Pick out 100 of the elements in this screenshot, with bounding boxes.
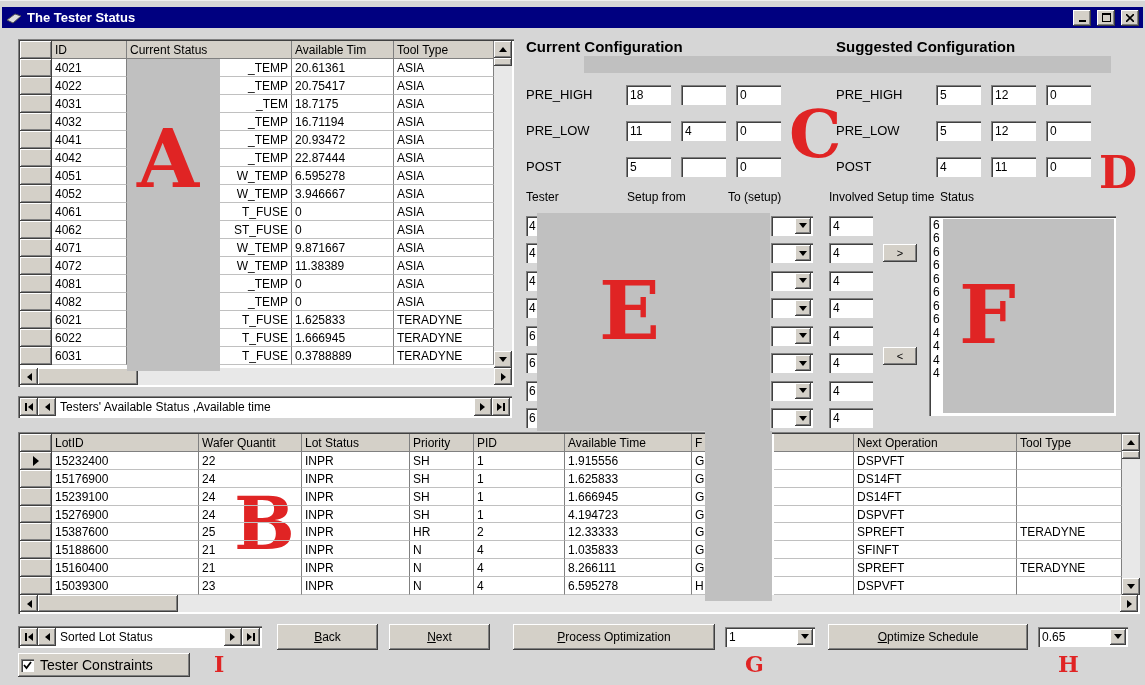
column-header[interactable]: Lot Status <box>302 434 410 452</box>
row-selector[interactable] <box>20 77 52 95</box>
column-header[interactable]: Tool Type <box>394 41 494 59</box>
dropdown-arrow-button[interactable] <box>795 300 811 316</box>
number-field[interactable] <box>681 156 726 177</box>
setup-time-field[interactable]: 4 <box>829 243 873 263</box>
number-field[interactable]: 0 <box>736 84 781 105</box>
maximize-button[interactable] <box>1097 9 1115 26</box>
column-header[interactable]: Current Status <box>127 41 292 59</box>
scrollbar-thumb[interactable] <box>1122 451 1140 459</box>
list-item[interactable]: 6 <box>933 218 941 232</box>
row-selector[interactable] <box>20 185 52 203</box>
column-header[interactable]: Wafer Quantit <box>199 434 302 452</box>
column-header[interactable]: LotID <box>52 434 199 452</box>
setup-time-field[interactable]: 4 <box>829 408 873 428</box>
move-button[interactable]: < <box>883 346 917 365</box>
dropdown-arrow-button[interactable] <box>795 327 811 344</box>
row-selector[interactable] <box>20 95 52 113</box>
row-selector[interactable] <box>20 347 52 365</box>
setup-to-dropdown[interactable] <box>771 243 813 263</box>
list-item[interactable]: 6 <box>933 313 941 327</box>
dropdown-arrow-button[interactable] <box>795 410 811 426</box>
scrollbar-thumb[interactable] <box>494 58 512 66</box>
column-header[interactable]: Available Tim <box>292 41 394 59</box>
list-item[interactable]: 4 <box>933 326 941 340</box>
row-selector[interactable] <box>20 221 52 239</box>
list-item[interactable]: 6 <box>933 286 941 300</box>
scroll-down-button[interactable] <box>494 351 512 368</box>
column-header[interactable]: Next Operation <box>854 434 1017 452</box>
scroll-right-button[interactable] <box>1120 595 1138 612</box>
last-record-button[interactable] <box>492 398 510 416</box>
vertical-scrollbar[interactable] <box>1122 434 1140 595</box>
ratio-dropdown[interactable]: 0.65 <box>1038 626 1128 647</box>
vertical-scrollbar[interactable] <box>494 41 512 368</box>
tester-dropdown[interactable]: 6 <box>526 325 538 346</box>
number-field[interactable]: 18 <box>626 84 671 105</box>
setup-to-dropdown[interactable] <box>771 380 813 401</box>
column-header[interactable]: PID <box>474 434 565 452</box>
next-button[interactable]: Next <box>389 623 490 650</box>
row-selector[interactable] <box>20 203 52 221</box>
setup-to-dropdown[interactable] <box>771 325 813 346</box>
tester-dropdown[interactable]: 4 <box>526 243 538 263</box>
row-selector[interactable] <box>20 293 52 311</box>
tester-dropdown[interactable]: 6 <box>526 380 538 401</box>
number-field[interactable] <box>681 84 726 105</box>
number-field[interactable]: 5 <box>936 120 981 141</box>
row-selector[interactable] <box>20 577 52 595</box>
optimize-schedule-button[interactable]: Optimize Schedule <box>828 623 1028 650</box>
setup-time-field[interactable]: 4 <box>829 215 873 236</box>
row-selector[interactable] <box>20 113 52 131</box>
tester-dropdown[interactable]: 4 <box>526 215 538 236</box>
scroll-left-button[interactable] <box>20 595 38 612</box>
column-header[interactable]: ID <box>52 41 127 59</box>
number-field[interactable]: 0 <box>736 156 781 177</box>
move-button[interactable]: > <box>883 243 917 262</box>
setup-time-field[interactable]: 4 <box>829 270 873 291</box>
process-optimization-button[interactable]: Process Optimization <box>513 623 715 650</box>
process-dropdown[interactable]: 1 <box>725 626 815 647</box>
setup-to-dropdown[interactable] <box>771 298 813 318</box>
number-field[interactable]: 0 <box>736 120 781 141</box>
list-item[interactable]: 6 <box>933 232 941 246</box>
setup-time-field[interactable]: 4 <box>829 298 873 318</box>
next-record-button[interactable] <box>224 627 242 646</box>
close-button[interactable] <box>1121 9 1139 26</box>
dropdown-arrow-button[interactable] <box>1110 628 1126 645</box>
number-field[interactable]: 0 <box>1046 120 1091 141</box>
row-selector[interactable] <box>20 559 52 578</box>
column-header[interactable]: Available Time <box>565 434 692 452</box>
minimize-button[interactable] <box>1073 9 1091 26</box>
row-selector[interactable] <box>20 59 52 77</box>
number-field[interactable]: 11 <box>991 156 1036 177</box>
scroll-up-button[interactable] <box>494 41 512 58</box>
column-header[interactable]: Priority <box>410 434 474 452</box>
row-selector[interactable] <box>20 523 52 542</box>
tester-dropdown[interactable]: 6 <box>526 408 538 428</box>
scroll-left-button[interactable] <box>20 368 38 385</box>
scroll-right-button[interactable] <box>494 368 512 385</box>
scroll-up-button[interactable] <box>1122 434 1140 451</box>
number-field[interactable]: 4 <box>681 120 726 141</box>
dropdown-arrow-button[interactable] <box>797 628 813 645</box>
list-item[interactable]: 6 <box>933 272 941 286</box>
list-item[interactable]: 4 <box>933 353 941 367</box>
first-record-button[interactable] <box>20 398 38 416</box>
setup-to-dropdown[interactable] <box>771 353 813 373</box>
setup-to-dropdown[interactable] <box>771 408 813 428</box>
checkbox[interactable] <box>21 658 34 672</box>
dropdown-arrow-button[interactable] <box>795 382 811 399</box>
number-field[interactable]: 12 <box>991 120 1036 141</box>
scrollbar-thumb[interactable] <box>38 595 178 612</box>
first-record-button[interactable] <box>20 627 38 646</box>
dropdown-arrow-button[interactable] <box>795 272 811 289</box>
horizontal-scrollbar[interactable] <box>20 368 512 385</box>
row-selector[interactable] <box>20 149 52 167</box>
setup-time-field[interactable]: 4 <box>829 380 873 401</box>
row-selector[interactable] <box>20 131 52 149</box>
status-list[interactable]: 6 6 6 6 6 6 6 6 4 4 4 4 F <box>929 215 1116 416</box>
dropdown-arrow-button[interactable] <box>795 217 811 234</box>
column-header[interactable] <box>774 434 854 452</box>
list-item[interactable]: 6 <box>933 259 941 273</box>
row-selector[interactable] <box>20 239 52 257</box>
